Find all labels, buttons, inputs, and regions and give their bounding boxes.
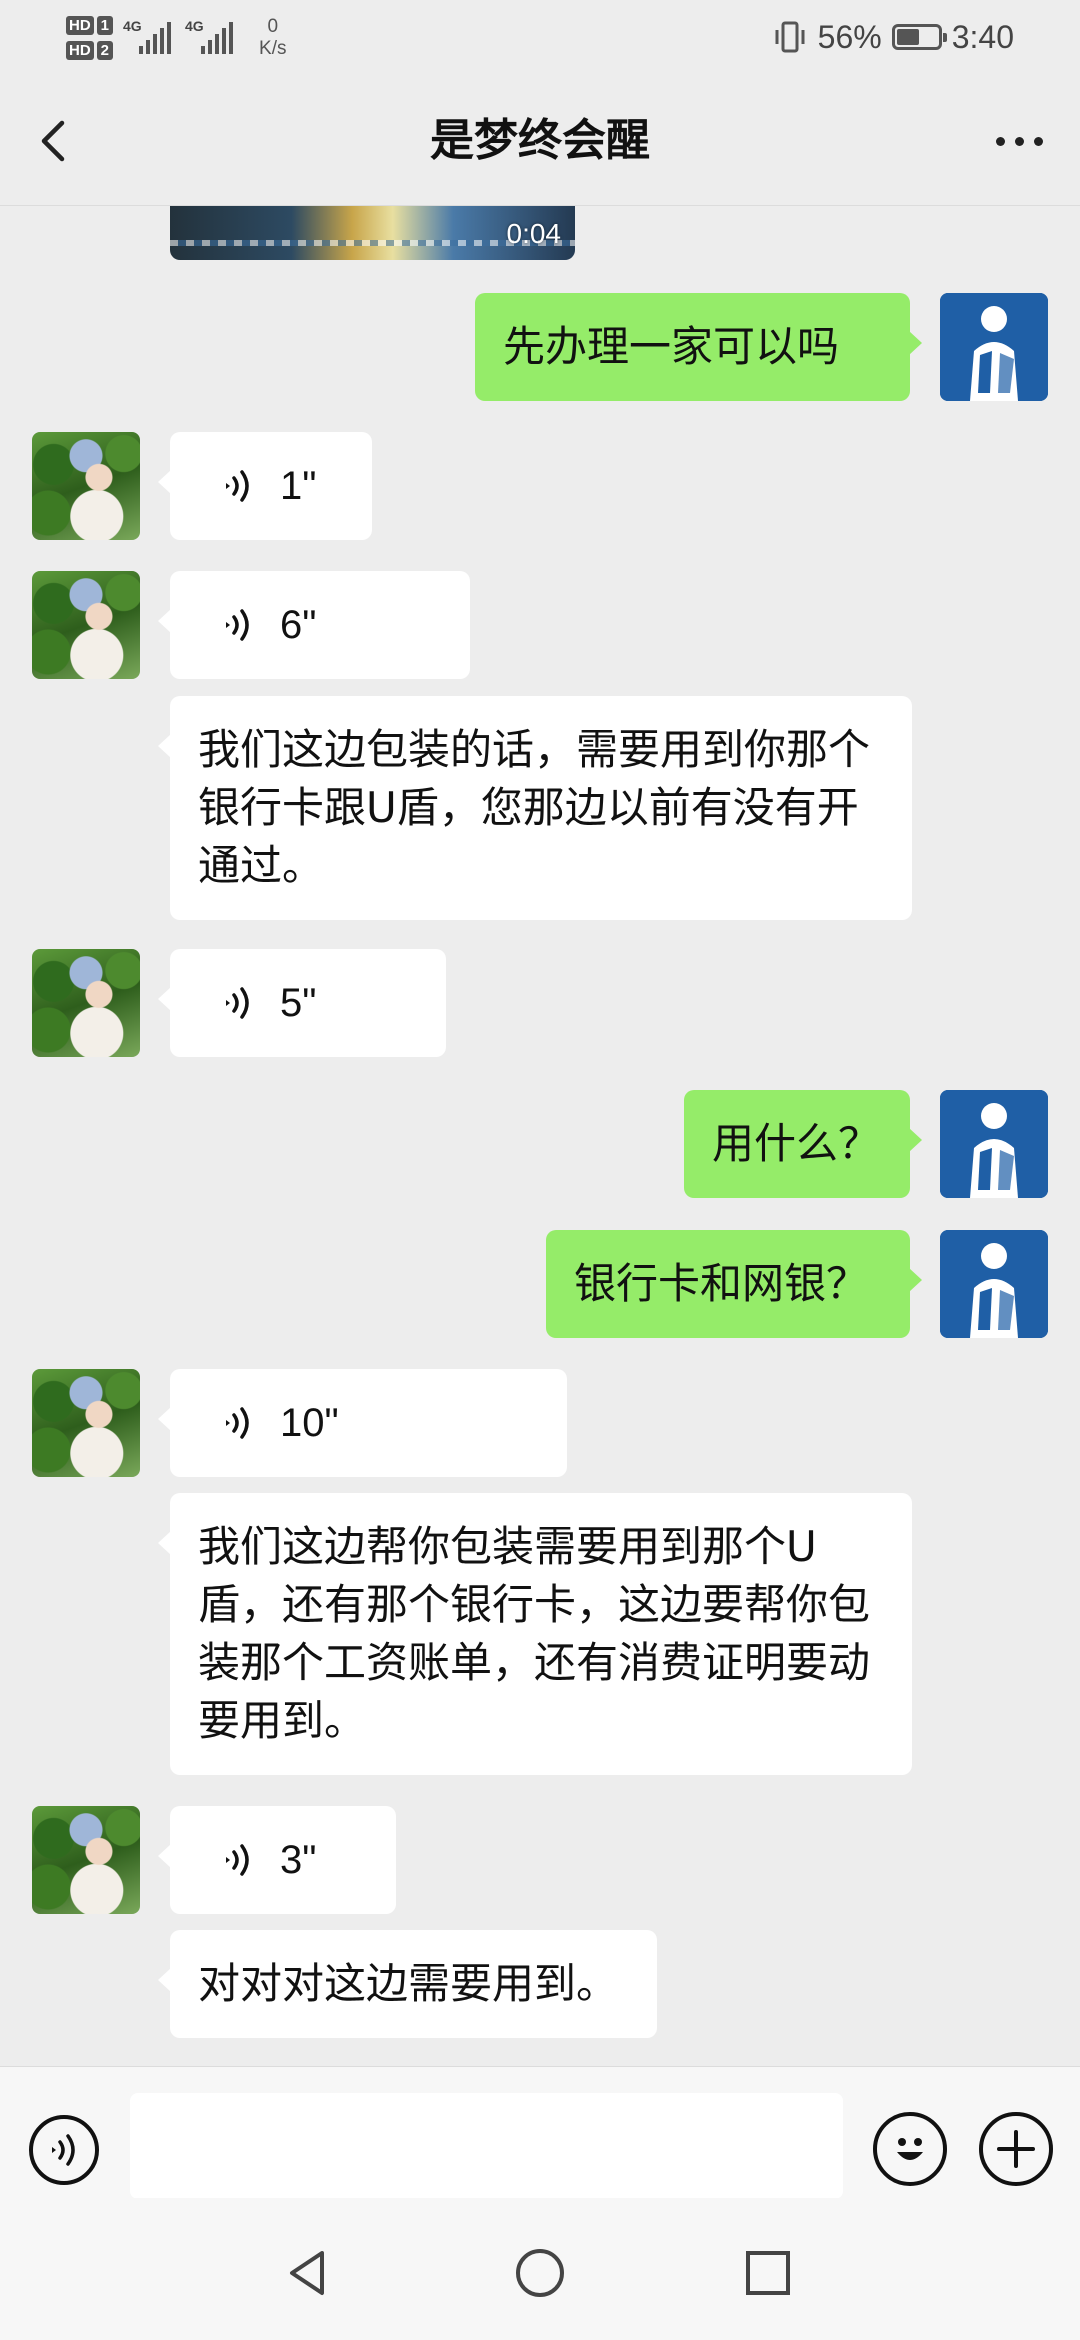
voice-duration: 1" — [280, 464, 317, 508]
message-text: 银行卡和网银？ — [574, 1259, 869, 1308]
message-text: 先办理一家可以吗 — [503, 322, 840, 371]
chat-header: 是梦终会醒 — [0, 75, 1080, 206]
status-bar: HD 1 HD 2 4G 4G 0 K/s 56% 3:40 — [0, 0, 1080, 75]
avatar[interactable] — [32, 1806, 140, 1914]
emoji-icon — [897, 2138, 923, 2160]
clock: 3:40 — [951, 18, 1014, 55]
voice-wave-icon — [226, 609, 249, 641]
avatar[interactable] — [940, 1230, 1048, 1338]
battery-icon — [891, 24, 947, 50]
sim2-indicator: HD 2 — [66, 41, 114, 60]
status-right: 56% 3:40 — [772, 14, 1014, 60]
nav-home-circle-icon — [516, 2249, 564, 2297]
signal-1-icon: 4G — [123, 18, 175, 58]
voice-message[interactable]: 6" — [158, 571, 470, 679]
status-left: HD 1 HD 2 4G 4G 0 K/s — [66, 10, 286, 66]
nav-recents-button[interactable] — [738, 2243, 798, 2303]
chat-title: 是梦终会醒 — [430, 115, 650, 166]
vibrate-icon — [775, 21, 805, 53]
plus-icon — [997, 2130, 1035, 2168]
avatar[interactable] — [32, 1369, 140, 1477]
avatar[interactable] — [32, 949, 140, 1057]
voice-input-icon — [52, 2134, 75, 2166]
avatar[interactable] — [32, 432, 140, 540]
message-bubble-outgoing[interactable]: 先办理一家可以吗 — [475, 293, 922, 401]
voice-wave-icon — [226, 470, 249, 502]
voice-message[interactable]: 10" — [158, 1369, 567, 1477]
battery-percent: 56% — [817, 18, 882, 55]
voice-duration: 10" — [280, 1401, 339, 1445]
voice-message[interactable]: 5" — [158, 949, 446, 1057]
plus-button[interactable] — [979, 2112, 1053, 2186]
sim1-indicator: HD 1 — [66, 16, 114, 35]
message-list[interactable]: 0:04 先办理一家可以吗 1" 6" 我们这边包装的话，需要用到你那个银行卡跟… — [0, 206, 1080, 2066]
message-input[interactable] — [130, 2093, 843, 2199]
more-dots-icon — [995, 136, 1005, 146]
nav-back-triangle-icon — [290, 2251, 324, 2295]
message-text: 我们这边帮你包装需要用到那个U盾，还有那个银行卡，这边要帮你包装那个工资账单，还… — [198, 1522, 871, 1745]
voice-input-button[interactable] — [29, 2115, 99, 2185]
signal-2-icon: 4G — [185, 18, 237, 58]
emoji-button[interactable] — [873, 2112, 947, 2186]
message-bubble-incoming[interactable]: 我们这边帮你包装需要用到那个U盾，还有那个银行卡，这边要帮你包装那个工资账单，还… — [158, 1493, 912, 1775]
message-bubble-outgoing[interactable]: 银行卡和网银？ — [546, 1230, 922, 1338]
message-bubble-incoming[interactable]: 对对对这边需要用到。 — [158, 1930, 657, 2038]
video-duration: 0:04 — [506, 218, 562, 249]
input-bar — [0, 2066, 1080, 2199]
avatar[interactable] — [940, 293, 1048, 401]
voice-wave-icon — [226, 1407, 249, 1439]
message-text: 用什么？ — [712, 1119, 881, 1168]
voice-duration: 5" — [280, 981, 317, 1025]
voice-message[interactable]: 1" — [158, 432, 372, 540]
voice-message[interactable]: 3" — [158, 1806, 396, 1914]
network-speed: 0 K/s — [259, 16, 287, 59]
avatar[interactable] — [940, 1090, 1048, 1198]
message-bubble-incoming[interactable]: 我们这边包装的话，需要用到你那个银行卡跟U盾，您那边以前有没有开通过。 — [158, 696, 912, 920]
video-message[interactable]: 0:04 — [170, 206, 575, 260]
nav-back-button[interactable] — [278, 2243, 338, 2303]
avatar[interactable] — [32, 571, 140, 679]
more-button[interactable] — [984, 113, 1054, 169]
nav-home-button[interactable] — [510, 2243, 570, 2303]
voice-wave-icon — [226, 987, 249, 1019]
message-bubble-outgoing[interactable]: 用什么？ — [684, 1090, 922, 1198]
voice-duration: 6" — [280, 603, 317, 647]
voice-duration: 3" — [280, 1838, 317, 1882]
system-navigation-bar — [0, 2198, 1080, 2340]
message-text: 对对对这边需要用到。 — [198, 1959, 619, 2008]
voice-wave-icon — [226, 1844, 249, 1876]
message-text: 我们这边包装的话，需要用到你那个银行卡跟U盾，您那边以前有没有开通过。 — [198, 725, 871, 890]
nav-recents-square-icon — [746, 2251, 790, 2295]
